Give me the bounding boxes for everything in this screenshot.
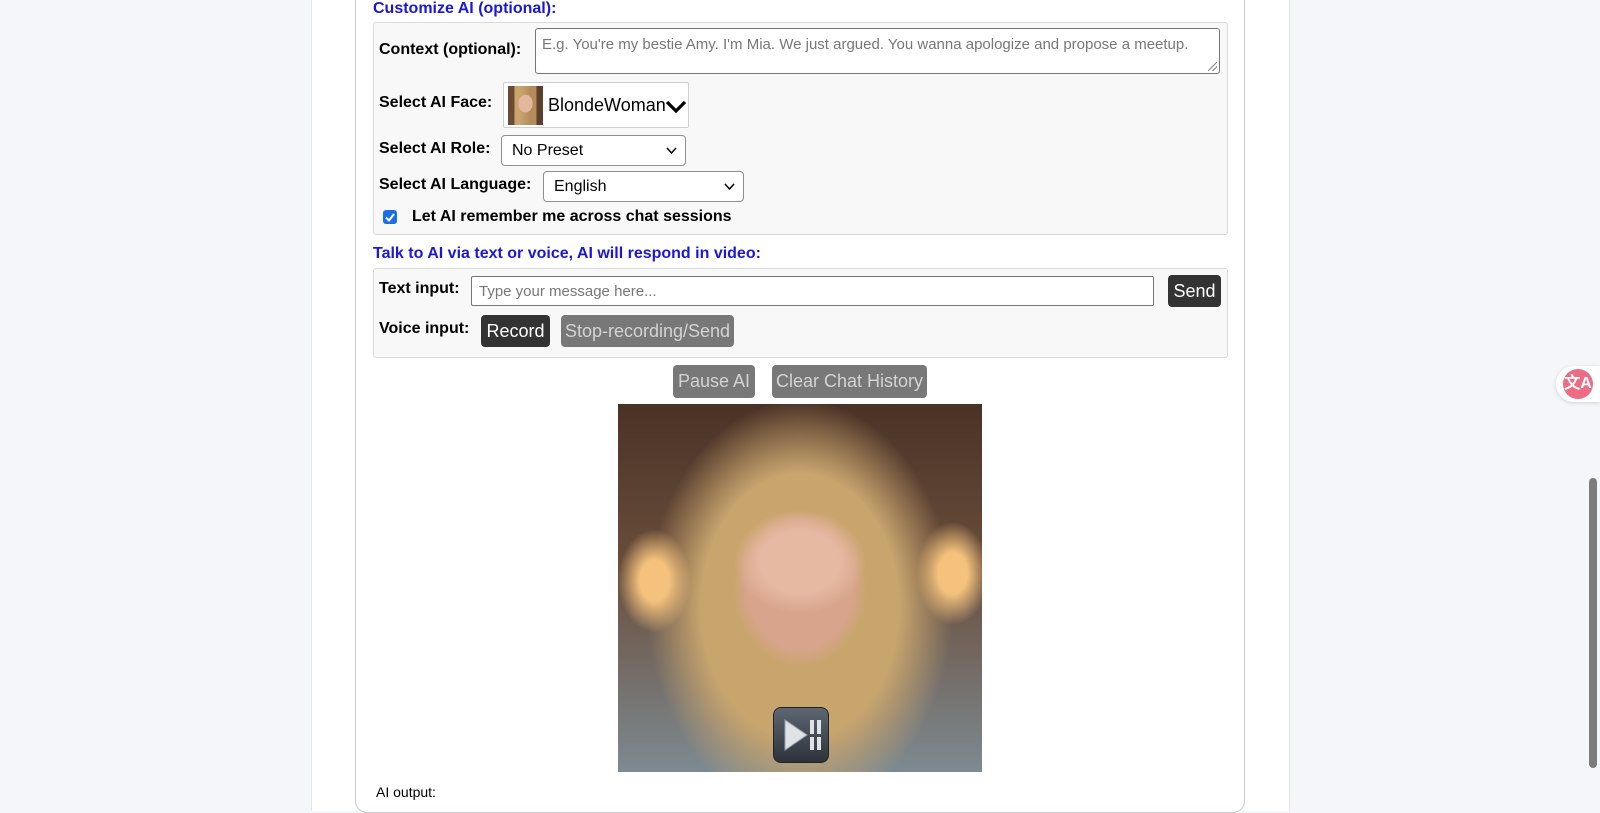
face-thumbnail [508,86,543,125]
role-select[interactable]: No Preset [501,135,686,166]
face-select[interactable]: BlondeWoman [503,82,689,128]
role-select-value: No Preset [512,142,584,159]
text-input-label: Text input: [379,280,460,297]
context-placeholder: E.g. You're my bestie Amy. I'm Mia. We j… [542,36,1189,53]
chevron-down-icon [666,147,677,155]
stop-recording-send-button[interactable]: Stop-recording/Send [561,315,734,347]
remember-checkbox[interactable] [383,210,397,224]
clear-chat-history-button[interactable]: Clear Chat History [772,365,927,398]
resize-grip-icon[interactable] [1208,62,1217,71]
language-select[interactable]: English [543,171,744,202]
play-pause-button[interactable] [773,707,829,763]
chevron-down-icon [724,183,735,191]
scrollbar-thumb[interactable] [1589,478,1597,768]
record-button[interactable]: Record [481,315,550,347]
language-select-value: English [554,178,607,195]
remember-label[interactable]: Let AI remember me across chat sessions [412,208,732,226]
send-button[interactable]: Send [1168,275,1221,307]
ai-output-label: AI output: [376,784,436,800]
play-pause-icon [784,719,821,751]
pause-ai-button[interactable]: Pause AI [673,365,755,398]
context-textarea[interactable]: E.g. You're my bestie Amy. I'm Mia. We j… [535,28,1220,74]
language-label: Select AI Language: [379,176,532,193]
face-label: Select AI Face: [379,94,493,111]
translate-button[interactable]: 文A [1556,366,1600,402]
text-input-placeholder: Type your message here... [479,283,657,300]
text-input[interactable]: Type your message here... [471,276,1154,306]
context-label: Context (optional): [379,41,522,58]
talk-title: Talk to AI via text or voice, AI will re… [373,245,761,262]
chevron-down-icon [665,100,687,114]
voice-input-label: Voice input: [379,320,470,337]
translate-icon: 文A [1563,369,1593,399]
checkmark-icon [385,213,395,223]
face-select-value: BlondeWoman [548,95,666,115]
customize-title: Customize AI (optional): [373,0,557,17]
role-label: Select AI Role: [379,140,491,157]
